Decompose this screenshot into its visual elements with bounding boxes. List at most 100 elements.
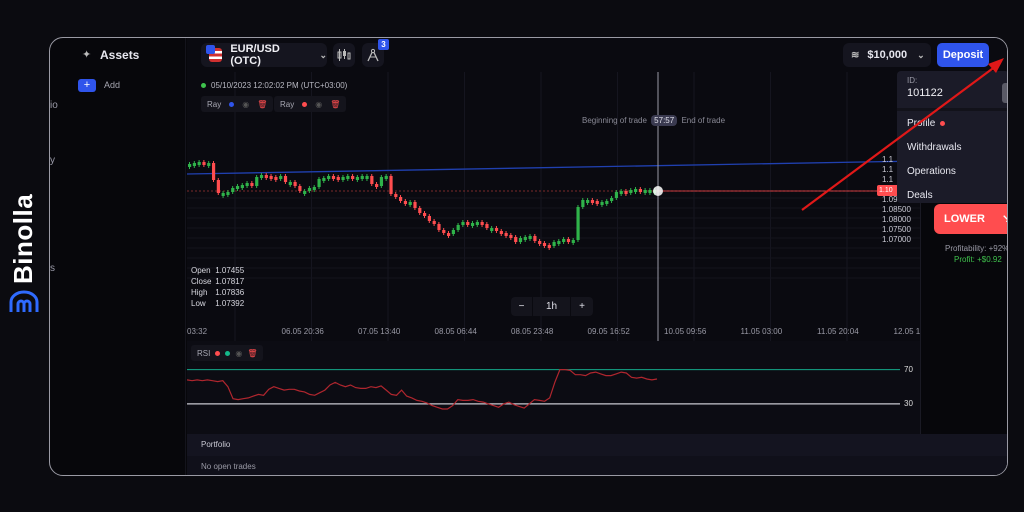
add-asset-label[interactable]: Add (104, 80, 120, 90)
candle (638, 189, 643, 192)
candle (629, 190, 633, 193)
trading-main: EUR/USD (OTC) ⌄ 3 ≋ $10,000 ⌄ Deposit 05… (187, 38, 1007, 475)
candle (566, 239, 571, 242)
menu-item-operations[interactable]: Operations (897, 159, 1007, 183)
candle (384, 176, 388, 179)
menu-item-withdrawals[interactable]: Withdrawals (897, 135, 1007, 159)
asset-selector[interactable]: EUR/USD (OTC) ⌄ (201, 43, 327, 67)
deposit-button[interactable]: Deposit (937, 43, 989, 67)
candle (389, 176, 393, 194)
candle (394, 194, 398, 197)
eye-icon[interactable]: ◉ (315, 100, 322, 109)
candle (446, 233, 451, 236)
x-axis-tick: 03:32 (187, 327, 208, 336)
candle (475, 222, 479, 225)
candle (624, 191, 628, 194)
timeframe-value[interactable]: 1h (533, 297, 571, 316)
candle (235, 186, 240, 189)
candle (279, 176, 283, 179)
close-label: Close (191, 277, 212, 286)
rsi-line (187, 369, 658, 410)
candle (298, 186, 302, 191)
rsi-panel: RSI ◉ 🗑︎ 70 30 (187, 341, 920, 434)
candle (240, 185, 244, 188)
candle (250, 183, 254, 186)
ray-tool-red[interactable]: Ray ◉ 🗑︎ (274, 96, 347, 112)
nav-item-history[interactable]: y (50, 155, 55, 166)
candle (226, 192, 230, 195)
candle (442, 230, 446, 233)
balance-selector[interactable]: ≋ $10,000 ⌄ (843, 43, 931, 67)
x-axis-tick: 11.05 03:00 (740, 327, 783, 336)
candle (643, 190, 647, 193)
rsi-label: RSI (197, 348, 211, 358)
color-dot-icon[interactable] (225, 350, 231, 356)
trash-icon[interactable]: 🗑︎ (257, 100, 267, 109)
open-value: 1.07455 (215, 266, 245, 275)
eye-icon[interactable]: ◉ (235, 349, 242, 358)
trash-icon[interactable]: 🗑︎ (247, 349, 257, 358)
trash-icon[interactable]: 🗑︎ (330, 100, 340, 109)
x-axis-tick: 09.05 16:52 (587, 327, 630, 336)
color-dot-icon[interactable] (302, 101, 308, 107)
candle (590, 200, 595, 203)
lower-button[interactable]: LOWER ↘ (934, 204, 1007, 234)
candle (202, 162, 206, 165)
drawing-tools-button[interactable]: 3 (362, 39, 389, 67)
menu-item-deals[interactable]: Deals (897, 183, 1007, 207)
portfolio-title[interactable]: Portfolio (187, 434, 1007, 456)
candle (245, 183, 249, 186)
candle (211, 163, 216, 180)
candle (351, 176, 355, 179)
trade-end-label: End of trade (681, 116, 726, 125)
nav-item-portfolio[interactable]: io (50, 100, 58, 111)
candle (413, 202, 417, 208)
candle (288, 182, 292, 185)
candle (346, 176, 350, 179)
candle (360, 176, 364, 179)
candle (595, 201, 599, 204)
wallet-stack-icon: ≋ (851, 49, 860, 61)
candle (427, 216, 431, 221)
candle (317, 179, 321, 187)
timezone-value: (UTC+03:00) (300, 81, 348, 90)
candle (437, 224, 441, 230)
avatar-button[interactable] (1002, 83, 1007, 103)
open-label: Open (191, 266, 211, 275)
candle (307, 188, 312, 191)
candle (461, 222, 465, 225)
candle (341, 177, 345, 180)
color-dot-icon[interactable] (229, 101, 235, 107)
high-value: 1.07836 (215, 288, 245, 297)
low-label: Low (191, 299, 206, 308)
zoom-in-button[interactable]: + (571, 297, 593, 316)
candle (399, 197, 403, 201)
candle (504, 233, 508, 236)
live-indicator-icon (201, 83, 206, 88)
candle (293, 182, 297, 186)
eye-icon[interactable]: ◉ (242, 100, 249, 109)
candle (269, 176, 273, 179)
candle (586, 200, 590, 203)
candle (619, 191, 623, 194)
candle (648, 190, 652, 193)
candle (423, 213, 427, 216)
menu-item-profile[interactable]: Profile (897, 111, 1007, 135)
candle (490, 228, 494, 231)
nav-item-settings[interactable]: s (50, 263, 55, 274)
y-axis-tick: 1.1 (882, 165, 894, 174)
chart-type-button[interactable] (333, 43, 355, 67)
candle (456, 225, 460, 230)
candle (557, 241, 561, 244)
rsi-indicator-tag[interactable]: RSI ◉ 🗑︎ (191, 345, 264, 361)
ray-tool-blue[interactable]: Ray ◉ 🗑︎ (201, 96, 274, 112)
color-dot-icon[interactable] (215, 350, 221, 356)
assets-panel: ✦ Assets + Add (68, 38, 186, 475)
candle (509, 235, 513, 238)
x-axis-tick: 10.05 09:56 (664, 327, 707, 336)
notification-dot-icon (940, 120, 946, 126)
zoom-out-button[interactable]: − (511, 297, 533, 316)
candle (518, 238, 523, 242)
candle (331, 176, 336, 179)
add-asset-button[interactable]: + (78, 79, 96, 92)
